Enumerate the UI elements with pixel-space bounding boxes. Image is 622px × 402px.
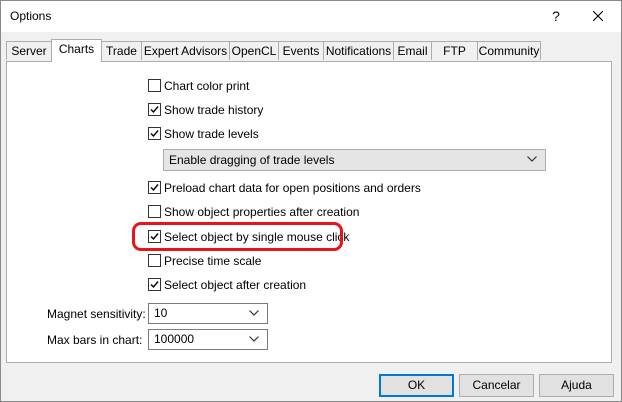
highlight-annotation xyxy=(132,222,343,251)
tab-charts[interactable]: Charts xyxy=(51,39,102,62)
check-icon xyxy=(150,106,159,114)
preload-chart-data-checkbox[interactable] xyxy=(148,181,161,194)
show-object-properties-label: Show object properties after creation xyxy=(164,205,360,219)
check-icon xyxy=(150,184,159,192)
tab-notifications[interactable]: Notifications xyxy=(323,41,394,60)
check-icon xyxy=(150,281,159,289)
precise-time-scale-checkbox[interactable] xyxy=(148,254,161,267)
ok-button[interactable]: OK xyxy=(379,374,454,397)
max-bars-value: 100000 xyxy=(154,332,195,346)
show-trade-levels-label: Show trade levels xyxy=(164,127,259,141)
preload-chart-data-label: Preload chart data for open positions an… xyxy=(164,181,421,195)
check-icon xyxy=(150,130,159,138)
chart-color-print-label: Chart color print xyxy=(164,79,250,93)
max-bars-label: Max bars in chart: xyxy=(47,333,143,347)
tab-community[interactable]: Community xyxy=(477,41,541,60)
select-after-creation-label: Select object after creation xyxy=(164,278,307,292)
cancel-button[interactable]: Cancelar xyxy=(459,374,534,397)
magnet-sensitivity-label: Magnet sensitivity: xyxy=(47,307,146,321)
options-dialog: Options ? Server Charts Trade Expert Adv… xyxy=(0,0,622,402)
charts-tab-panel: Chart color print Show trade history Sho… xyxy=(6,61,612,363)
tab-expert-advisors[interactable]: Expert Advisors xyxy=(141,41,230,60)
show-trade-history-checkbox[interactable] xyxy=(148,103,161,116)
tab-events[interactable]: Events xyxy=(278,41,324,60)
window-title: Options xyxy=(10,9,52,23)
chevron-down-icon xyxy=(249,336,259,342)
trade-levels-mode-value: Enable dragging of trade levels xyxy=(169,153,335,167)
max-bars-select[interactable]: 100000 xyxy=(148,329,268,350)
tab-email[interactable]: Email xyxy=(393,41,432,60)
chevron-down-icon xyxy=(249,310,259,316)
show-object-properties-checkbox[interactable] xyxy=(148,205,161,218)
tab-server[interactable]: Server xyxy=(6,41,52,60)
precise-time-scale-label: Precise time scale xyxy=(164,254,262,268)
show-trade-history-label: Show trade history xyxy=(164,103,264,117)
trade-levels-mode-select[interactable]: Enable dragging of trade levels xyxy=(163,149,546,171)
chart-color-print-checkbox[interactable] xyxy=(148,79,161,92)
select-after-creation-checkbox[interactable] xyxy=(148,278,161,291)
tab-opencl[interactable]: OpenCL xyxy=(229,41,279,60)
help-button[interactable]: Ajuda xyxy=(539,374,614,397)
tab-trade[interactable]: Trade xyxy=(101,41,142,60)
help-icon[interactable]: ? xyxy=(544,6,568,26)
close-icon[interactable] xyxy=(585,6,611,26)
magnet-sensitivity-value: 10 xyxy=(154,306,168,320)
magnet-sensitivity-select[interactable]: 10 xyxy=(148,303,268,324)
show-trade-levels-checkbox[interactable] xyxy=(148,127,161,140)
tab-ftp[interactable]: FTP xyxy=(431,41,478,60)
chevron-down-icon xyxy=(527,156,537,162)
title-bar: Options ? xyxy=(1,1,621,32)
